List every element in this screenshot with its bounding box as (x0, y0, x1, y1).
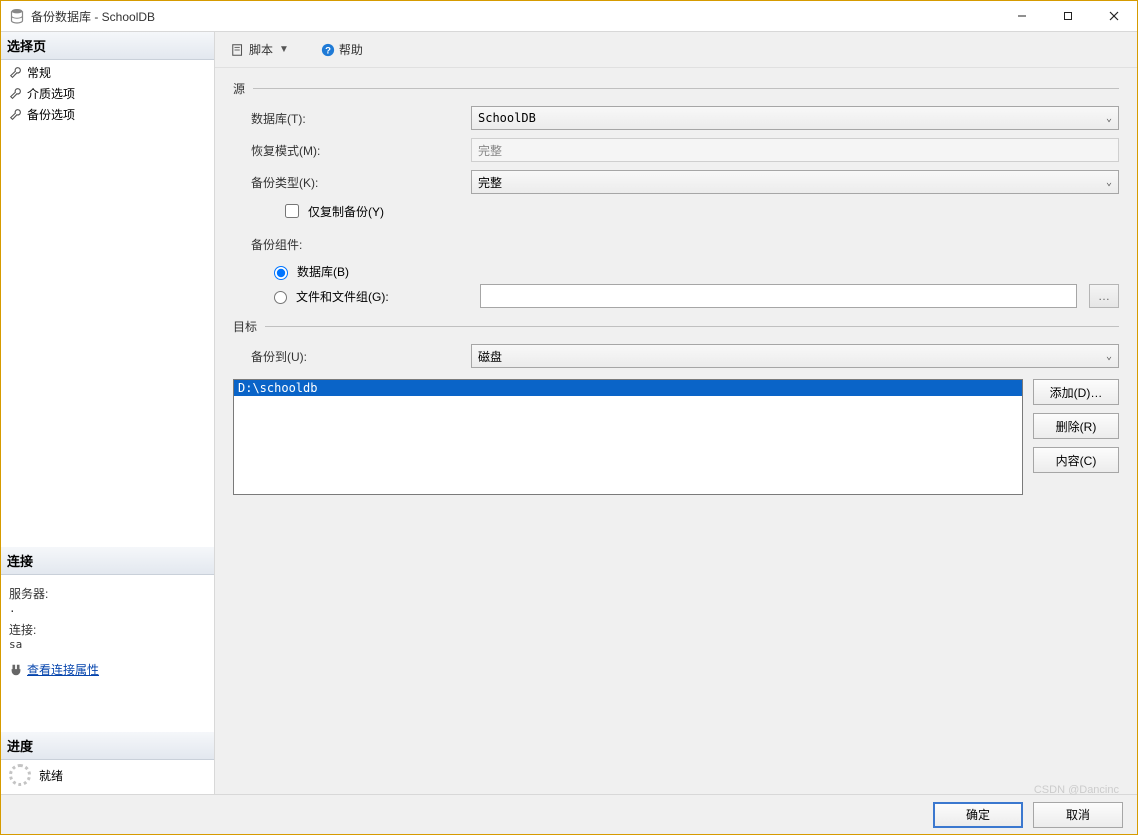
chevron-down-icon: ⌄ (1106, 177, 1112, 188)
copy-only-label: 仅复制备份(Y) (308, 203, 384, 220)
radio-database-row: 数据库(B) (269, 263, 1119, 280)
backup-to-select[interactable]: 磁盘 ⌄ (471, 344, 1119, 368)
chevron-down-icon: ⌄ (1106, 351, 1112, 362)
server-value: . (9, 602, 206, 615)
contents-button[interactable]: 内容(C) (1033, 447, 1119, 473)
database-value: SchoolDB (478, 111, 536, 125)
destination-list[interactable]: D:\schooldb (233, 379, 1023, 495)
footer: 确定 取消 (1, 794, 1137, 834)
window-controls (999, 1, 1137, 31)
backup-to-label: 备份到(U): (251, 348, 471, 365)
minimize-button[interactable] (999, 1, 1045, 31)
destination-section: 目标 备份到(U): 磁盘 ⌄ (233, 318, 1119, 495)
spinner-icon (9, 764, 31, 786)
watermark: CSDN @Dancinc (1034, 784, 1119, 796)
help-label: 帮助 (339, 41, 363, 58)
wrench-icon (9, 108, 23, 122)
radio-database-label: 数据库(B) (297, 263, 349, 280)
progress-header: 进度 (1, 732, 214, 760)
progress-area: 就绪 (1, 760, 214, 794)
recovery-model-value: 完整 (471, 138, 1119, 162)
connection-header: 连接 (1, 547, 214, 575)
window-title: 备份数据库 - SchoolDB (31, 8, 155, 25)
browse-filegroup-button[interactable]: … (1089, 284, 1119, 308)
sidebar: 选择页 常规 介质选项 备份选项 连接 服务器: . (1, 32, 215, 794)
chevron-down-icon: ⌄ (1106, 113, 1112, 124)
destination-row: D:\schooldb 添加(D)… 删除(R) 内容(C) (233, 379, 1119, 495)
view-conn-props-row: 查看连接属性 (9, 661, 206, 678)
wrench-icon (9, 87, 23, 101)
dialog-body: 选择页 常规 介质选项 备份选项 连接 服务器: . (1, 31, 1137, 794)
cancel-button[interactable]: 取消 (1033, 802, 1123, 828)
backup-type-label: 备份类型(K): (251, 174, 471, 191)
section-divider (253, 88, 1119, 89)
copy-only-row: 仅复制备份(Y) (281, 201, 1119, 221)
server-label: 服务器: (9, 585, 206, 602)
radio-database[interactable] (274, 266, 288, 280)
main-panel: 脚本 ▼ ? 帮助 源 数据库(T): (215, 32, 1137, 794)
svg-text:?: ? (325, 45, 331, 56)
wrench-icon (9, 66, 23, 80)
progress-status: 就绪 (39, 767, 63, 784)
database-label: 数据库(T): (251, 110, 471, 127)
connection-label: 连接: (9, 621, 206, 638)
page-list: 常规 介质选项 备份选项 (1, 60, 214, 125)
close-button[interactable] (1091, 1, 1137, 31)
page-item-general[interactable]: 常规 (3, 62, 214, 83)
page-item-label: 常规 (27, 64, 51, 81)
chevron-down-icon: ▼ (279, 44, 289, 55)
connection-section: 服务器: . 连接: sa 查看连接属性 (1, 575, 214, 682)
remove-destination-button[interactable]: 删除(R) (1033, 413, 1119, 439)
page-item-label: 介质选项 (27, 85, 75, 102)
backup-type-value: 完整 (478, 174, 502, 191)
destination-list-item[interactable]: D:\schooldb (234, 380, 1022, 396)
add-destination-button[interactable]: 添加(D)… (1033, 379, 1119, 405)
content-area: 源 数据库(T): SchoolDB ⌄ 恢复模式(M): (215, 68, 1137, 794)
radio-filegroup-row: 文件和文件组(G): … (269, 284, 1119, 308)
copy-only-checkbox[interactable] (285, 204, 299, 218)
backup-to-value: 磁盘 (478, 348, 502, 365)
filegroup-input[interactable] (480, 284, 1077, 308)
database-icon (9, 8, 25, 24)
help-icon: ? (321, 43, 335, 57)
toolbar: 脚本 ▼ ? 帮助 (215, 32, 1137, 68)
source-section-title: 源 (233, 80, 245, 97)
select-page-header: 选择页 (1, 32, 214, 60)
page-item-media-options[interactable]: 介质选项 (3, 83, 214, 104)
section-divider (265, 326, 1119, 327)
dialog-window: 备份数据库 - SchoolDB 选择页 常规 (0, 0, 1138, 835)
ok-button[interactable]: 确定 (933, 802, 1023, 828)
connection-value: sa (9, 638, 206, 651)
script-icon (231, 43, 245, 57)
backup-type-select[interactable]: 完整 ⌄ (471, 170, 1119, 194)
radio-filegroup[interactable] (274, 291, 287, 304)
source-section: 源 数据库(T): SchoolDB ⌄ 恢复模式(M): (233, 80, 1119, 308)
radio-filegroup-label: 文件和文件组(G): (296, 288, 436, 305)
database-select[interactable]: SchoolDB ⌄ (471, 106, 1119, 130)
help-button[interactable]: ? 帮助 (307, 37, 369, 62)
destination-section-title: 目标 (233, 318, 257, 335)
backup-component-label: 备份组件: (251, 236, 471, 253)
recovery-model-label: 恢复模式(M): (251, 142, 471, 159)
script-label: 脚本 (249, 41, 273, 58)
destination-buttons: 添加(D)… 删除(R) 内容(C) (1033, 379, 1119, 495)
plug-icon (9, 663, 23, 677)
titlebar: 备份数据库 - SchoolDB (1, 1, 1137, 31)
maximize-button[interactable] (1045, 1, 1091, 31)
page-item-backup-options[interactable]: 备份选项 (3, 104, 214, 125)
view-connection-properties-link[interactable]: 查看连接属性 (27, 661, 99, 678)
page-item-label: 备份选项 (27, 106, 75, 123)
script-button[interactable]: 脚本 ▼ (225, 37, 295, 62)
